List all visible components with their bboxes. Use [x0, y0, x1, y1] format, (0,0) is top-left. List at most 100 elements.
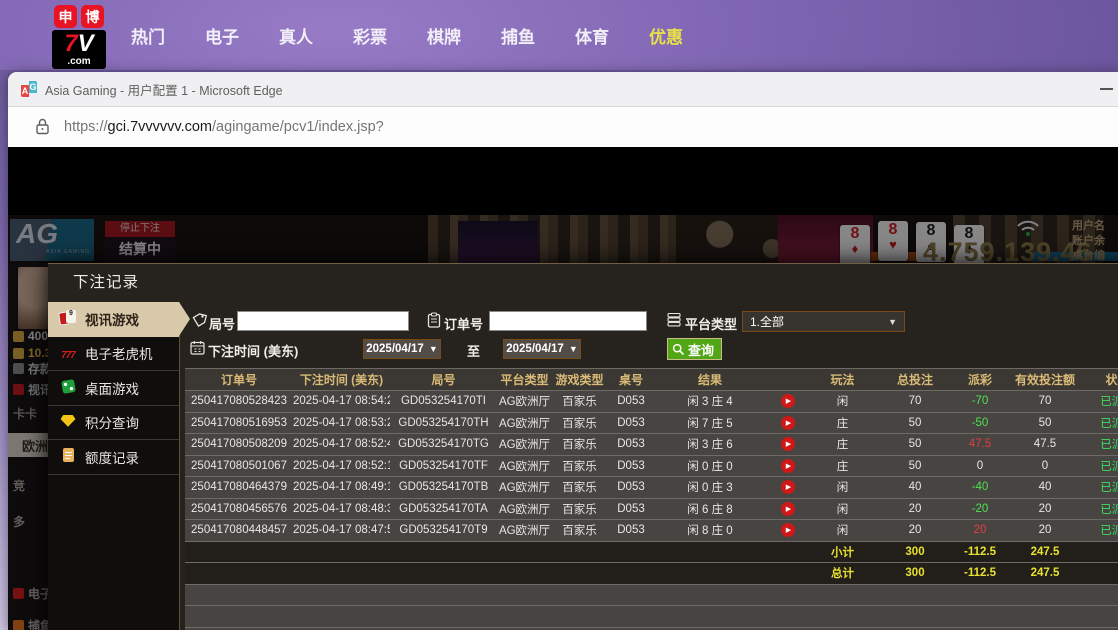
valid-bet: 0 [1005, 455, 1085, 477]
round-input[interactable] [237, 311, 409, 331]
payout: -40 [955, 477, 1005, 499]
play-type: 闲 [810, 477, 875, 499]
empty-cell [552, 563, 607, 585]
order-number: 250417080528423 [185, 391, 293, 413]
round-number: GD053254170TI [390, 391, 497, 413]
replay-play-icon[interactable]: ▶ [781, 459, 795, 473]
order-number: 250417080508209 [185, 434, 293, 456]
payout: -50 [955, 412, 1005, 434]
col-header-1: 下注时间 (美东) [293, 369, 390, 391]
bet-time: 2025-04-17 08:48:37 [293, 498, 390, 520]
edge-popup-window: A G Asia Gaming - 用户配置 1 - Microsoft Edg… [8, 72, 1118, 630]
order-number: 250417080448457 [185, 520, 293, 542]
valid-bet: 70 [1005, 391, 1085, 413]
empty-row [185, 584, 1118, 606]
total-bet: 50 [875, 434, 955, 456]
empty-cell [390, 563, 497, 585]
platform: AG欧洲厅 [497, 412, 552, 434]
bet-time: 2025-04-17 08:52:46 [293, 434, 390, 456]
empty-cell [390, 541, 497, 563]
platform: AG欧洲厅 [497, 498, 552, 520]
col-header-3: 平台类型 [497, 369, 552, 391]
modal-sidebar-item-3[interactable]: 积分查询 [48, 406, 179, 441]
site-topbar: 申 博 7V .com 热门电子真人彩票棋牌捕鱼体育优惠 [0, 0, 1118, 70]
round-number: GD053254170TF [390, 455, 497, 477]
order-input[interactable] [489, 311, 647, 331]
modal-sidebar-item-0[interactable]: 9 视讯游戏 [48, 302, 179, 337]
replay-play-icon[interactable]: ▶ [781, 502, 795, 516]
modal-sidebar-item-2[interactable]: 桌面游戏 [48, 371, 179, 406]
url-text[interactable]: https://gci.7vvvvvv.com/agingame/pcv1/in… [64, 119, 384, 135]
nav-item-3[interactable]: 彩票 [333, 23, 407, 48]
cards-icon: 9 [58, 310, 78, 329]
play-type: 闲 [810, 391, 875, 413]
platform: AG欧洲厅 [497, 520, 552, 542]
nav-item-1[interactable]: 电子 [185, 23, 259, 48]
total-bet: 20 [875, 520, 955, 542]
status-label: 已派彩 [1085, 434, 1118, 456]
table-number: D053 [607, 434, 655, 456]
order-filter-label: 订单号 [444, 314, 483, 333]
empty-cell [1085, 563, 1118, 585]
nav-item-6[interactable]: 体育 [555, 23, 629, 48]
result: 闲 7 庄 5 [655, 412, 765, 434]
replay-play-icon[interactable]: ▶ [781, 480, 795, 494]
play-type: 庄 [810, 434, 875, 456]
table-number: D053 [607, 498, 655, 520]
search-button[interactable]: 查询 [667, 338, 722, 360]
platform: AG欧洲厅 [497, 455, 552, 477]
col-header-0: 订单号 [185, 369, 293, 391]
replay-play-icon[interactable]: ▶ [781, 523, 795, 537]
site-logo[interactable]: 申 博 7V .com [52, 5, 106, 69]
to-label: 至 [467, 341, 480, 360]
modal-sidebar-item-1[interactable]: 777电子老虎机 [48, 337, 179, 372]
magnifier-icon [672, 343, 685, 356]
valid-bet: 47.5 [1005, 434, 1085, 456]
result: 闲 3 庄 4 [655, 391, 765, 413]
address-bar[interactable]: https://gci.7vvvvvv.com/agingame/pcv1/in… [8, 107, 1118, 146]
payout: 20 [955, 520, 1005, 542]
table-number: D053 [607, 520, 655, 542]
logo-square-1: 申 [54, 5, 77, 28]
nav-item-5[interactable]: 捕鱼 [481, 23, 555, 48]
nav-item-2[interactable]: 真人 [259, 23, 333, 48]
table-number: D053 [607, 455, 655, 477]
bet-time-label: 下注时间 (美东) [208, 341, 298, 360]
replay-cell: ▶ [765, 412, 810, 434]
modal-sidebar-label: 额度记录 [85, 447, 139, 467]
date-from-select[interactable]: 2025/04/17 ▼ [363, 339, 441, 359]
platform-select[interactable]: 1.全部 ▼ [742, 311, 905, 332]
date-to-select[interactable]: 2025/04/17 ▼ [503, 339, 581, 359]
modal-sidebar-label: 桌面游戏 [85, 378, 139, 398]
nav-item-7[interactable]: 优惠 [629, 23, 703, 48]
game-type: 百家乐 [552, 434, 607, 456]
bet-time: 2025-04-17 08:54:20 [293, 391, 390, 413]
subtotal-payout: -112.5 [955, 541, 1005, 563]
modal-title: 下注记录 [48, 264, 1118, 302]
ag-favicon-icon: A G [21, 81, 37, 97]
nav-item-0[interactable]: 热门 [111, 23, 185, 48]
platform-select-value: 1.全部 [750, 313, 784, 330]
window-title: Asia Gaming - 用户配置 1 - Microsoft Edge [45, 80, 283, 99]
url-host: gci.7vvvvvv.com [108, 119, 212, 135]
order-number: 250417080464379 [185, 477, 293, 499]
replay-cell: ▶ [765, 434, 810, 456]
modal-sidebar-item-4[interactable]: 额度记录 [48, 440, 179, 475]
modal-sidebar-label: 视讯游戏 [85, 309, 139, 329]
window-titlebar[interactable]: A G Asia Gaming - 用户配置 1 - Microsoft Edg… [8, 72, 1118, 107]
bet-row-2: 2504170805082092025-04-17 08:52:46GD0532… [185, 434, 1118, 456]
status-label: 已派彩 [1085, 391, 1118, 413]
points-gem-icon [58, 415, 78, 430]
minimize-button[interactable] [1100, 88, 1113, 90]
bet-time: 2025-04-17 08:49:13 [293, 477, 390, 499]
valid-bet: 40 [1005, 477, 1085, 499]
record-doc-icon [58, 448, 78, 465]
replay-play-icon[interactable]: ▶ [781, 437, 795, 451]
date-to-value: 2025/04/17 [506, 343, 564, 355]
replay-play-icon[interactable]: ▶ [781, 416, 795, 430]
subtotal-label: 小计 [810, 541, 875, 563]
nav-item-4[interactable]: 棋牌 [407, 23, 481, 48]
status-label: 已派彩 [1085, 498, 1118, 520]
replay-play-icon[interactable]: ▶ [781, 394, 795, 408]
empty-cell [765, 541, 810, 563]
